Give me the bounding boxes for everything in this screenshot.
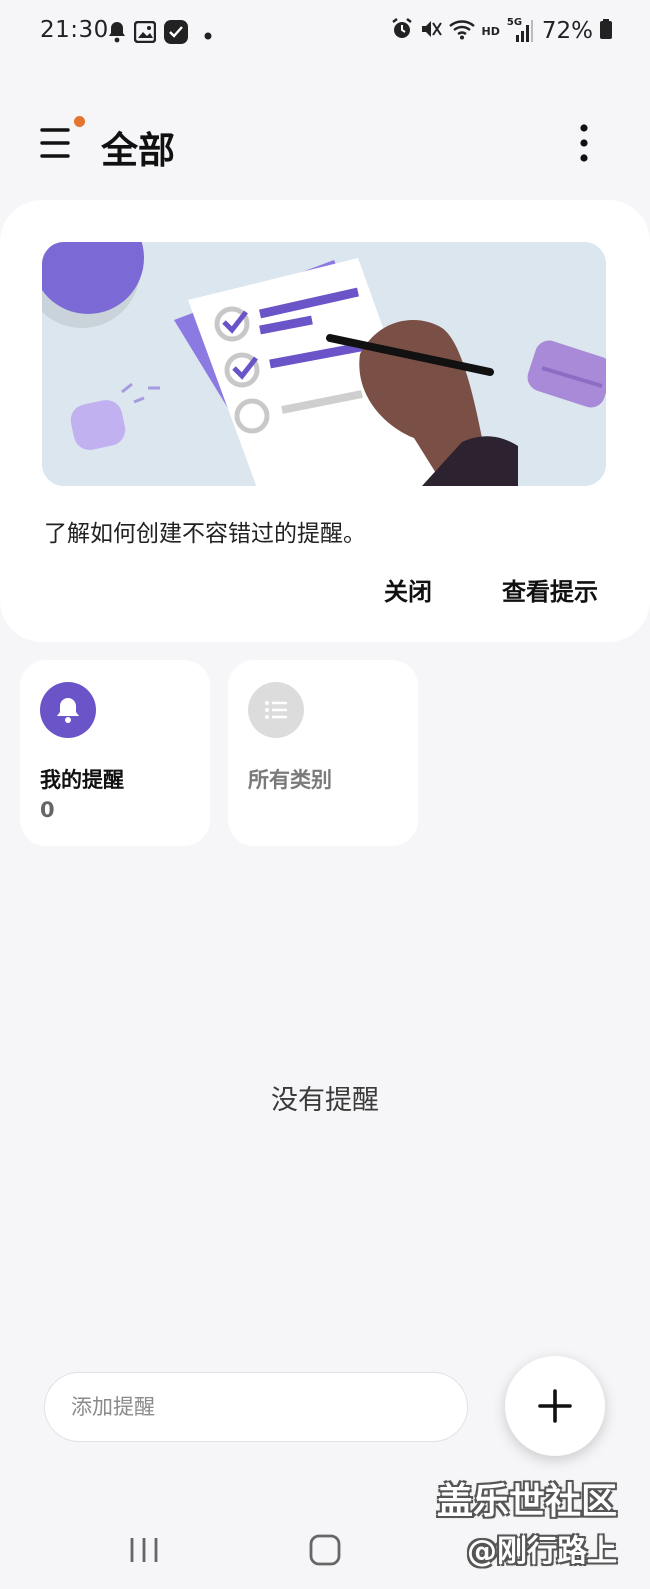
battery-icon [600, 19, 612, 43]
more-vertical-icon[interactable] [570, 120, 600, 166]
close-tip-button[interactable]: 关闭 [384, 572, 432, 607]
list-icon [248, 682, 304, 738]
hd-icon: HD [481, 24, 500, 38]
category-all[interactable]: 所有类别 [228, 660, 418, 846]
bell-icon [108, 21, 126, 47]
plus-icon [538, 1389, 572, 1423]
page-title: 全部 [101, 129, 175, 172]
wifi-icon [448, 18, 475, 44]
tip-card: 了解如何创建不容错过的提醒。 关闭 查看提示 [0, 200, 650, 642]
empty-state-text: 没有提醒 [271, 1085, 379, 1116]
category-count: 0 [40, 798, 55, 822]
gallery-icon [133, 20, 157, 47]
dot-icon [204, 25, 212, 44]
reminder-app-icon [164, 20, 188, 48]
category-title: 所有类别 [248, 768, 332, 792]
signal-5g-icon: 5G [507, 17, 533, 43]
watermark-author: @刚行路上 [467, 1534, 617, 1569]
hamburger-menu-icon[interactable] [38, 122, 80, 164]
category-my-reminders[interactable]: 我的提醒 0 [20, 660, 210, 846]
alarm-icon [391, 18, 413, 44]
status-system-icons: HD 5G 72% [391, 17, 612, 44]
bell-icon [40, 682, 96, 738]
notification-dot [74, 116, 85, 127]
view-tips-button[interactable]: 查看提示 [502, 572, 598, 607]
status-bar: 21:30 HD 5G 72% [0, 0, 650, 66]
home-icon[interactable] [305, 1530, 345, 1570]
mute-icon [420, 18, 442, 44]
add-reminder-input[interactable] [44, 1372, 468, 1442]
recent-apps-icon[interactable] [124, 1530, 164, 1570]
app-bar: 全部 [0, 100, 650, 190]
add-button[interactable] [505, 1356, 605, 1456]
tip-text: 了解如何创建不容错过的提醒。 [44, 521, 366, 547]
status-time: 21:30 [40, 17, 109, 43]
category-title: 我的提醒 [40, 768, 124, 792]
tip-illustration [42, 242, 606, 486]
watermark-text: 盖乐世社区 [437, 1481, 618, 1522]
battery-percentage: 72% [541, 18, 593, 44]
status-notification-icons [108, 20, 212, 48]
